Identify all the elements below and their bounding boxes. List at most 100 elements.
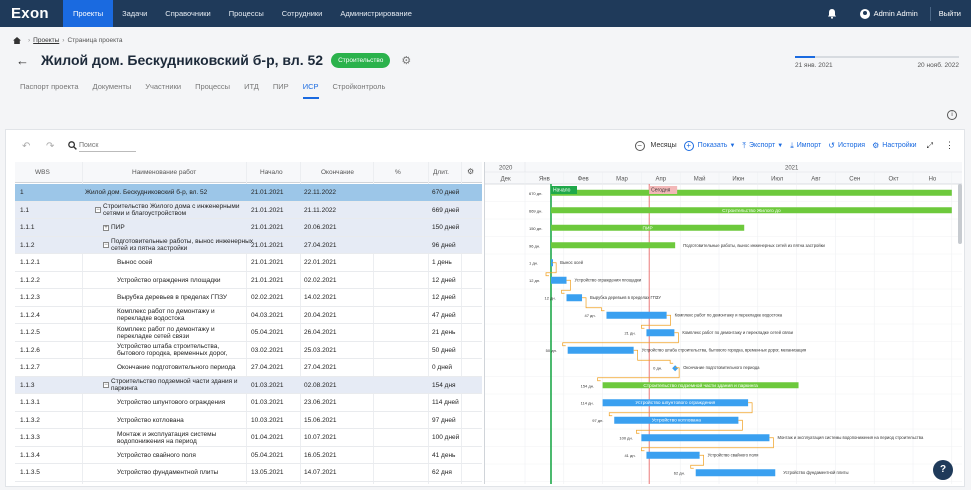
table-row[interactable]: 1.1.2.7 Окончание подготовительного перио… [15,359,482,377]
fullscreen-icon[interactable]: ⤢ [927,141,933,151]
cell-end-text: 22.11.2022 [304,189,337,196]
cell-name: Комплекс работ по демонтажу и перекладке… [117,324,242,341]
table-row[interactable]: 1.1.3.2 Устройство котлована 10.03.2021 15.… [15,412,482,429]
cell-name-text: Вынос осей [117,259,153,266]
nav-item-0[interactable]: Проекты [63,0,114,27]
cell-duration: 12 дней [432,272,456,289]
cell-duration-text: 669 дней [432,206,460,214]
gantt-bar-label: Устройство котлована [652,417,702,424]
table-row[interactable]: 1.1.2 − Подготовительные работы, вынос инж… [15,236,482,254]
col-wbs[interactable]: WBS [35,169,50,176]
gantt-month-label: Июл [771,177,784,183]
cell-end-text: 25.03.2021 [304,346,337,354]
gantt-bar-label: Подготовительные работы, вынос инженерны… [683,243,825,248]
bell-icon[interactable] [826,8,838,20]
cell-wbs-text: 1.1.3.1 [20,399,40,406]
table-row[interactable]: 1.1.2.4 Комплекс работ по демонтажу и пер… [15,307,482,324]
info-icon[interactable]: i [947,110,957,120]
home-icon[interactable] [13,37,21,44]
user-menu[interactable]: Admin Admin [859,8,918,19]
table-row[interactable]: 1.1.1 + ПИР 21.01.2021 20.06.2021 150 дней [15,219,482,237]
cell-wbs: 1.1.1 [20,219,34,236]
settings-button[interactable]: ⚙ Настройки [872,141,917,150]
cell-duration-text: 21 день [432,329,456,336]
history-button[interactable]: ↺ История [828,141,865,150]
table-row[interactable]: 1.1.2.6 Устройство штаба строительства, б… [15,342,482,359]
col-duration[interactable]: Длит. [433,169,449,176]
gantt-task-bar [606,311,667,319]
table-row[interactable]: 1.1.2.3 Вырубка деревьев в пределах ГПЗУ 0… [15,289,482,307]
gantt-month-label: Фев [578,177,589,183]
column-settings-icon[interactable]: ⚙ [467,167,474,176]
tab-7[interactable]: Стройконтроль [333,82,386,99]
tab-0[interactable]: Паспорт проекта [20,82,79,99]
zoom-out-icon[interactable]: − [634,140,645,151]
table-row[interactable]: 1 Жилой дом. Бескудниковский б-р, вл. 52 2… [15,184,482,202]
cell-end: 14.07.2021 [304,464,337,481]
tab-6[interactable]: ИСР [302,82,319,99]
table-row[interactable]: 1.1.3.4 Устройство свайного поля 05.04.202… [15,447,482,464]
table-row[interactable]: 1.1.3 − Строительство подземной части здан… [15,376,482,394]
nav-item-1[interactable]: Задачи [113,0,156,27]
gantt-task-bar [695,469,776,477]
gantt-bar-label: Вынос осей [560,260,583,265]
table-row[interactable]: 1.1.2.1 Вынос осей 21.01.2021 22.01.2021 1 д… [15,254,482,272]
table-row[interactable]: 1.1.3.3 Монтаж и эксплуатация системы вод… [15,429,482,447]
breadcrumb-projects-link[interactable]: Проекты [33,37,59,44]
import-button[interactable]: ⤓ Импорт [790,141,821,151]
cell-start: 21.01.2021 [251,237,284,254]
app-logo[interactable]: Exon [11,5,63,22]
gantt-duration-label: 50 дн. [546,348,557,353]
collapse-toggle-icon[interactable]: − [95,207,101,213]
nav-item-2[interactable]: Справочники [156,0,219,27]
cell-name: Вынос осей [117,254,242,271]
table-row[interactable]: 1.1.2.5 Комплекс работ по демонтажу и пер… [15,324,482,342]
show-button[interactable]: Показать ▼ [698,142,736,149]
redo-icon[interactable]: ↷ [46,141,54,152]
cell-end-text: 02.08.2021 [304,381,337,389]
collapse-toggle-icon[interactable]: − [103,382,109,388]
tab-2[interactable]: Участники [145,82,181,99]
cell-duration: 114 дней [432,394,459,411]
cell-name: − Строительство Жилого дома с инженерными… [95,202,245,219]
gantt-month-label: Мар [616,177,628,183]
table-row[interactable]: 1.1.3.5 Устройство фундаментной плиты 13.0… [15,464,482,482]
col-percent[interactable]: % [395,169,401,176]
table-row[interactable]: 1.1.2.2 Устройство ограждения площадки 21.… [15,272,482,289]
gear-icon[interactable]: ⚙ [401,54,411,67]
collapse-toggle-icon[interactable]: − [103,242,109,248]
tab-3[interactable]: Процессы [195,82,230,99]
nav-item-4[interactable]: Сотрудники [273,0,332,27]
gantt-month-label: Май [694,176,706,183]
gantt-bar-label: Окончание подготовительного периода [683,365,760,370]
col-name[interactable]: Наименование работ [132,169,196,176]
expand-toggle-icon[interactable]: + [103,224,109,231]
cell-wbs: 1.1.3 [20,377,34,394]
zoom-in-icon[interactable]: + [683,140,694,151]
export-button[interactable]: ⤒ Экспорт ▼ [742,141,783,151]
back-arrow-icon[interactable]: ← [16,53,29,68]
gantt-duration-label: 0 дн. [653,365,662,370]
table-row[interactable]: 1.1 − Строительство Жилого дома с инженерн… [15,201,482,219]
cell-name-text: Монтаж и эксплуатация системы водопониже… [117,430,217,445]
tab-5[interactable]: ПИР [273,82,289,99]
cell-name: Окончание подготовительного периода [117,359,242,376]
table-row[interactable]: 1.1.3.1 Устройство шпунтового ограждения 0… [15,394,482,412]
gantt-scrollbar [958,184,962,244]
help-icon[interactable]: ? [933,460,953,480]
more-options-icon[interactable]: ⋮ [945,140,954,151]
nav-item-5[interactable]: Администрирование [331,0,421,27]
tab-1[interactable]: Документы [93,82,132,99]
gantt-today-label: Сегодня [651,188,670,194]
nav-item-3[interactable]: Процессы [220,0,273,27]
search-input[interactable] [79,140,136,152]
col-start[interactable]: Начало [260,169,283,176]
cell-wbs-text: 1.1.2.1 [20,259,40,266]
col-end[interactable]: Окончание [321,169,354,176]
cell-wbs: 1.1.2.5 [20,324,40,341]
undo-icon[interactable]: ↶ [22,141,30,152]
tab-4[interactable]: ИТД [244,82,259,99]
divider [929,6,931,21]
logout-link[interactable]: Выйти [939,9,961,18]
user-area: Admin Admin Выйти [826,0,971,27]
